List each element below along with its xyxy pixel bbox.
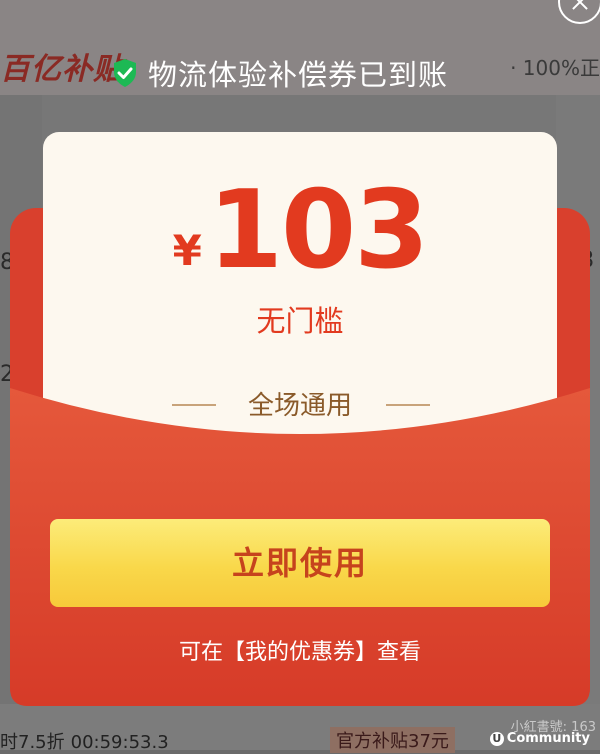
amount-value: 103 — [207, 168, 429, 293]
use-now-button[interactable]: 立即使用 — [50, 519, 550, 607]
coupon-threshold: 无门槛 — [256, 304, 344, 338]
coupon-scope: 全场通用 — [247, 391, 352, 421]
subsidy-badge: 官方补贴37元 — [330, 727, 455, 753]
divider — [386, 404, 430, 406]
shield-check-icon — [114, 59, 136, 87]
arrival-toast: 物流体验补偿券已到账 — [112, 52, 448, 94]
coupon-amount: ¥103 — [0, 168, 600, 293]
use-now-label: 立即使用 — [231, 544, 368, 582]
my-coupons-link[interactable]: 可在【我的优惠券】查看 — [0, 634, 600, 666]
currency-symbol: ¥ — [172, 226, 202, 275]
background-brand: 百亿补贴 — [0, 52, 124, 87]
toast-text: 物流体验补偿券已到账 — [148, 58, 449, 92]
community-watermark: U Community — [489, 731, 590, 746]
flash-sale-timer: 时7.5折 00:59:53.3 — [0, 728, 169, 754]
community-logo-icon: U — [489, 732, 504, 746]
background-tag: · 100%正 — [510, 56, 600, 80]
